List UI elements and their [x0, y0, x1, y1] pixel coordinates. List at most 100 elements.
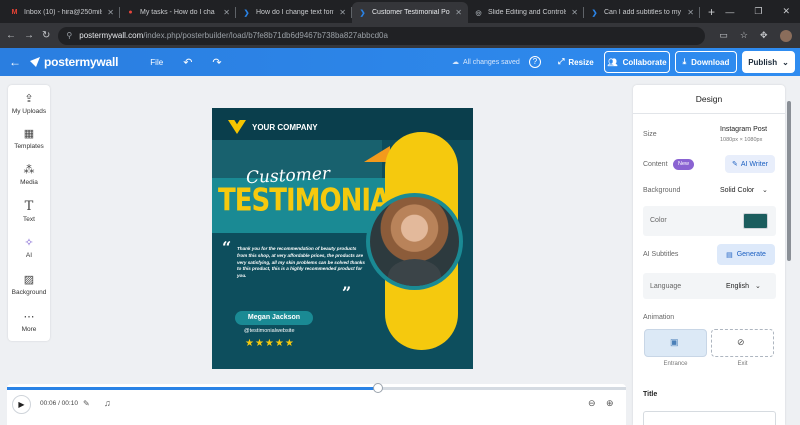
tab-favicon-icon: ●: [128, 9, 133, 16]
tab-close-icon[interactable]: ✕: [571, 8, 578, 17]
timeline-track[interactable]: [7, 387, 626, 390]
collaborate-icon: 👥︎: [607, 57, 618, 67]
browser-tab[interactable]: ● My tasks - How do I cha ✕: [120, 2, 236, 23]
logo-mark-icon: [30, 57, 40, 67]
profile-avatar[interactable]: [779, 29, 792, 42]
browser-tab[interactable]: ❯ How do I change text font ✕: [236, 2, 352, 23]
help-icon[interactable]: ?: [529, 56, 541, 68]
play-button[interactable]: ▶: [12, 395, 31, 414]
back-arrow-icon[interactable]: ←: [0, 55, 30, 69]
new-tab-button[interactable]: +: [700, 2, 723, 23]
poster-canvas[interactable]: YOUR COMPANY Customer TESTIMONIAL “ Than…: [212, 108, 473, 369]
scrollbar-thumb[interactable]: [787, 101, 791, 261]
browser-back-icon[interactable]: ←: [6, 30, 16, 41]
zoom-in-icon[interactable]: ⊕: [606, 398, 614, 409]
collaborate-button[interactable]: 👥︎ Collaborate: [604, 51, 670, 73]
ai-writer-button[interactable]: ✎ AI Writer: [725, 155, 775, 173]
poster-stars[interactable]: ★★★★★: [245, 338, 295, 349]
tab-close-icon[interactable]: ✕: [687, 8, 694, 17]
exit-icon: ⊘: [737, 337, 745, 347]
color-swatch[interactable]: [743, 213, 768, 229]
edit-duration-icon[interactable]: ✎: [83, 399, 90, 408]
zoom-out-icon[interactable]: ⊖: [588, 398, 596, 409]
company-logo-icon: [228, 120, 246, 134]
collaborate-label: Collaborate: [622, 57, 667, 67]
sidebar-item-my-uploads[interactable]: ⇪ My Uploads: [8, 93, 50, 115]
undo-icon[interactable]: ↶: [183, 56, 192, 69]
cast-icon[interactable]: ▭: [719, 30, 728, 41]
extensions-icon[interactable]: ✥: [760, 30, 768, 41]
url-input[interactable]: ⚲ postermywall.com/index.php/posterbuild…: [58, 26, 706, 45]
publish-label: Publish: [748, 57, 778, 67]
tab-title: My tasks - How do I cha: [140, 9, 215, 16]
sidebar-item-label: Text: [23, 216, 35, 223]
language-select[interactable]: English: [726, 283, 749, 290]
poster-company[interactable]: YOUR COMPANY: [228, 120, 318, 134]
sidebar-item-text[interactable]: T Text: [8, 199, 50, 223]
save-status: ☁ All changes saved: [452, 58, 520, 67]
publish-button[interactable]: Publish ⌄: [742, 51, 795, 73]
title-label: Title: [643, 391, 658, 398]
download-icon: ⤓: [682, 57, 687, 66]
open-quote-icon: “: [222, 238, 232, 257]
exit-animation-button[interactable]: ⊘: [711, 329, 774, 357]
bookmark-star-icon[interactable]: ☆: [740, 30, 748, 41]
poster-photo[interactable]: [366, 193, 463, 290]
tab-strip: M Inbox (10) - hira@250mils ✕ ● My tasks - H…: [4, 2, 700, 23]
sidebar-item-ai[interactable]: ✧ AI: [8, 237, 50, 259]
play-icon: ▶: [18, 400, 25, 409]
tab-close-icon[interactable]: ✕: [223, 8, 230, 17]
tab-favicon-icon: ◎: [475, 9, 482, 17]
sidebar-item-templates[interactable]: ▦ Templates: [8, 128, 50, 150]
sidebar-item-label: More: [21, 326, 37, 333]
postermywall-logo[interactable]: postermywall: [30, 55, 118, 69]
file-menu[interactable]: File: [150, 58, 163, 67]
site-info-icon[interactable]: ⚲: [66, 31, 72, 40]
chevron-down-icon[interactable]: ⌄: [762, 186, 768, 194]
sidebar-item-label: Media: [20, 179, 38, 186]
maximize-icon[interactable]: ❐: [754, 6, 762, 17]
chevron-down-icon[interactable]: ⌄: [755, 282, 761, 290]
tab-close-icon[interactable]: ✕: [107, 8, 114, 17]
resize-icon: ⤢: [558, 57, 565, 66]
entrance-animation-button[interactable]: ▣: [644, 329, 707, 357]
window-controls: — ❐ ✕: [725, 0, 800, 23]
templates-icon: ▦: [23, 128, 35, 140]
sidebar-item-background[interactable]: ▨ Background: [8, 274, 50, 296]
poster-website[interactable]: @testimonialwebsite: [244, 328, 295, 334]
text-icon: T: [24, 199, 34, 214]
download-button[interactable]: ⤓ Download: [675, 51, 737, 73]
design-panel-title: Design: [633, 85, 785, 114]
close-quote-icon: ”: [342, 283, 352, 302]
title-input[interactable]: [643, 411, 776, 425]
size-dimensions: 1080px × 1080px: [720, 137, 763, 143]
browser-tab[interactable]: ◎ Slide Editing and Controls ✕: [468, 2, 584, 23]
sidebar-item-label: My Uploads: [11, 108, 47, 115]
minimize-icon[interactable]: —: [725, 7, 734, 17]
generate-button[interactable]: ▤ Generate: [717, 244, 775, 265]
size-value[interactable]: Instagram Post: [720, 126, 767, 133]
size-label: Size: [643, 131, 657, 138]
browser-tab[interactable]: M Inbox (10) - hira@250mils ✕: [4, 2, 120, 23]
tab-close-icon[interactable]: ✕: [339, 8, 346, 17]
music-icon[interactable]: ♫: [104, 398, 111, 408]
background-select[interactable]: Solid Color: [720, 187, 754, 194]
sidebar-item-label: Background: [11, 289, 47, 296]
poster-name[interactable]: Megan Jackson: [235, 311, 313, 325]
chevron-down-icon: ⌄: [782, 57, 789, 67]
reload-icon[interactable]: ↻: [42, 30, 50, 41]
browser-forward-icon[interactable]: →: [24, 30, 34, 41]
browser-tab[interactable]: ❯ Can I add subtitles to my ✕: [584, 2, 700, 23]
tab-close-icon[interactable]: ✕: [455, 8, 462, 17]
logo-text: postermywall: [44, 55, 119, 69]
close-window-icon[interactable]: ✕: [782, 6, 790, 17]
panel-scrollbar[interactable]: [787, 85, 792, 425]
sidebar-item-more[interactable]: ⋯ More: [8, 311, 50, 333]
redo-icon[interactable]: ↷: [212, 56, 221, 69]
browser-tab[interactable]: ❯ Customer Testimonial Post ✕: [352, 2, 468, 23]
ai-subtitles-label: AI Subtitles: [643, 251, 679, 258]
poster-quote[interactable]: Thank you for the recommendation of beau…: [237, 246, 367, 280]
timeline-progress: [7, 387, 379, 390]
resize-button[interactable]: ⤢ Resize: [558, 57, 594, 67]
sidebar-item-media[interactable]: ⁂ Media: [8, 164, 50, 186]
